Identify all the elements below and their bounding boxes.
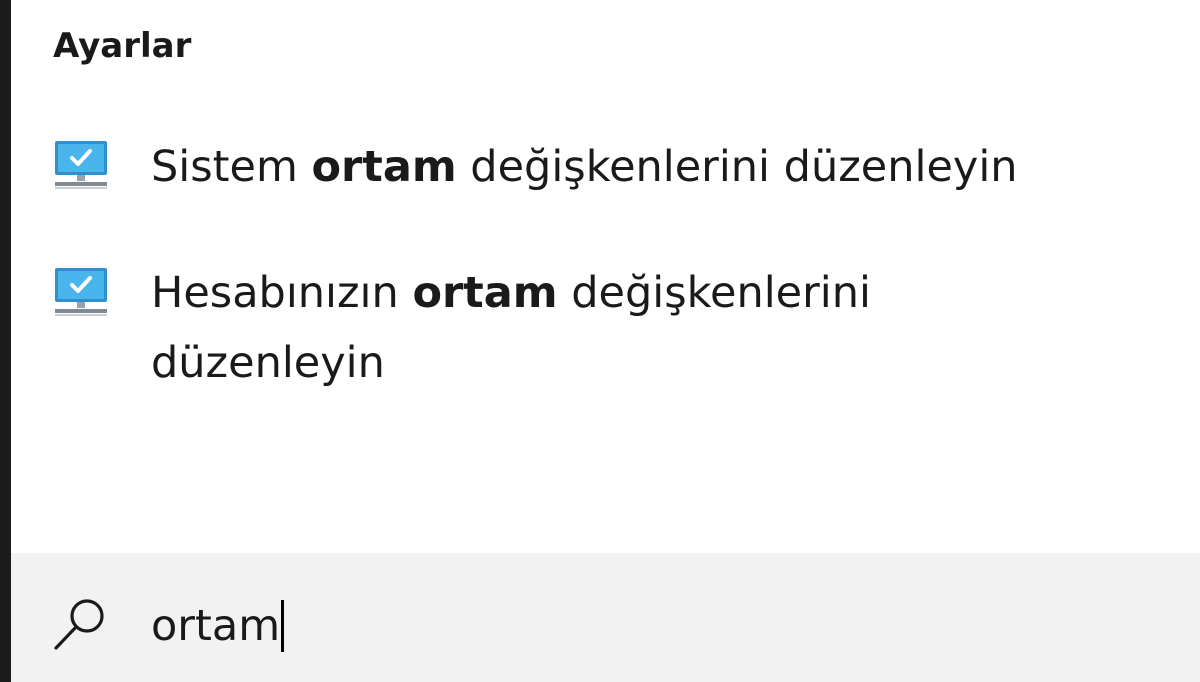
result-label-highlight: ortam <box>311 142 457 192</box>
window-left-edge <box>0 0 11 682</box>
search-bar[interactable]: ortam <box>11 553 1200 682</box>
search-input[interactable]: ortam <box>151 591 285 661</box>
result-item-account-env-vars[interactable]: Hesabınızın ortam değişkenlerini düzenle… <box>11 258 1200 398</box>
result-item-system-env-vars[interactable]: Sistem ortam değişkenlerini düzenleyin <box>11 132 1200 202</box>
result-label-highlight: ortam <box>412 268 558 318</box>
result-label-suffix: değişkenlerini düzenleyin <box>456 142 1018 192</box>
text-caret <box>281 600 285 652</box>
search-results-panel: Ayarlar Sistem ortam değişkenlerini düze… <box>11 0 1200 553</box>
search-icon <box>54 599 104 650</box>
search-query: ortam <box>151 601 281 651</box>
result-item-label: Sistem ortam değişkenlerini düzenleyin <box>151 132 1111 202</box>
result-label-prefix: Sistem <box>151 142 312 192</box>
section-header: Ayarlar <box>53 26 192 66</box>
result-label-prefix: Hesabınızın <box>151 268 413 318</box>
monitor-icon <box>55 268 107 316</box>
monitor-icon <box>55 141 107 189</box>
result-item-label: Hesabınızın ortam değişkenlerini düzenle… <box>151 258 1111 398</box>
